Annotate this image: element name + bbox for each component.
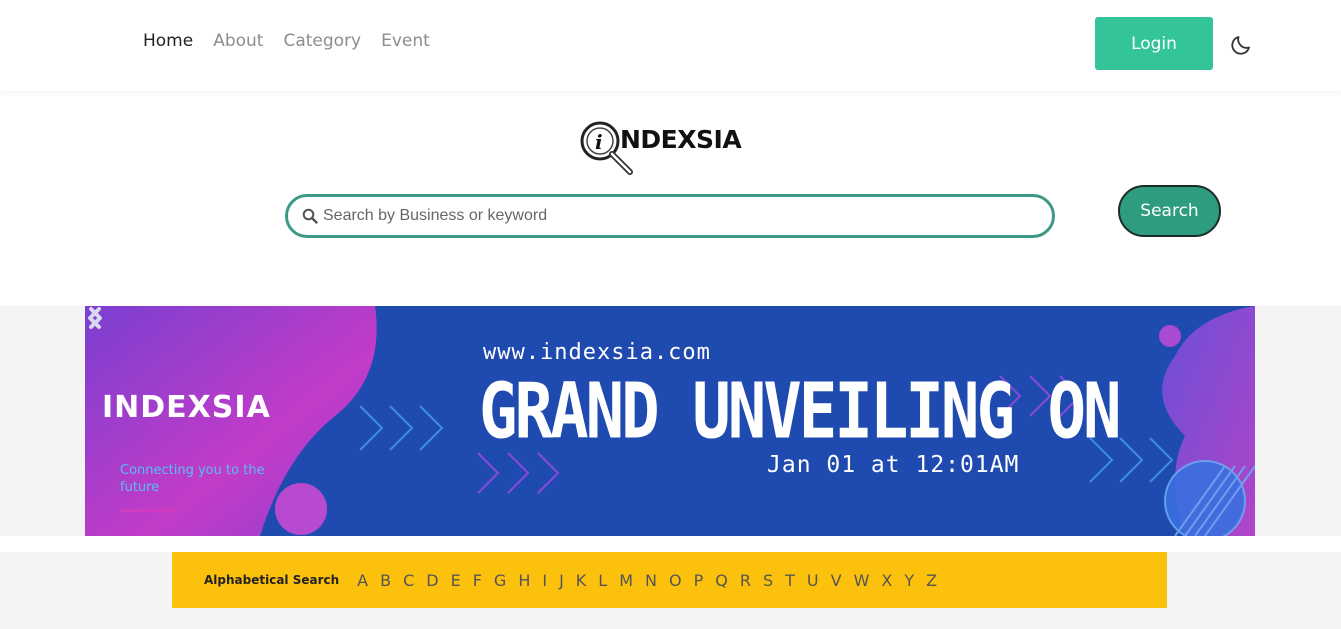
top-navbar: Home About Category Event Login (0, 0, 1341, 91)
promo-banner: INDEXSIA Connecting you to the future ww… (85, 306, 1255, 536)
banner-date: Jan 01 at 12:01AM (767, 452, 1020, 478)
login-button[interactable]: Login (1095, 17, 1213, 70)
nav-home[interactable]: Home (143, 31, 193, 51)
chevron-right-icon[interactable] (85, 306, 105, 330)
banner-tagline: Connecting you to the future (120, 463, 265, 495)
alphabetical-search-label: Alphabetical Search (204, 573, 340, 587)
letter-link[interactable]: W (854, 571, 870, 590)
letter-link[interactable]: H (518, 571, 530, 590)
alphabetical-search-bar: Alphabetical Search A B C D E F G H I J … (172, 552, 1167, 608)
banner-headline: GRAND UNVEILING ON (479, 368, 1122, 457)
banner-url: www.indexsia.com (483, 340, 711, 365)
letter-link[interactable]: L (598, 571, 607, 590)
letter-link[interactable]: J (559, 571, 564, 590)
banner-brand: INDEXSIA (102, 390, 271, 425)
svg-text:i: i (595, 130, 603, 154)
letter-list: A B C D E F G H I J K L M N O P Q R S T … (357, 571, 949, 590)
letter-link[interactable]: X (881, 571, 892, 590)
search-button[interactable]: Search (1118, 185, 1221, 237)
letter-link[interactable]: U (807, 571, 819, 590)
letter-link[interactable]: P (694, 571, 704, 590)
letter-link[interactable]: T (785, 571, 795, 590)
letter-link[interactable]: F (473, 571, 482, 590)
letter-link[interactable]: Z (926, 571, 937, 590)
search-icon (302, 208, 318, 224)
search-field (285, 194, 1055, 238)
moon-icon[interactable] (1229, 33, 1253, 57)
letter-link[interactable]: B (380, 571, 391, 590)
letter-link[interactable]: O (669, 571, 682, 590)
letter-link[interactable]: Q (715, 571, 728, 590)
logo-wordmark: NDEXSIA (620, 125, 742, 154)
letter-link[interactable]: D (426, 571, 438, 590)
nav-category[interactable]: Category (283, 31, 361, 51)
letter-link[interactable]: N (645, 571, 657, 590)
letter-link[interactable]: E (451, 571, 461, 590)
letter-link[interactable]: Y (904, 571, 914, 590)
search-input[interactable] (323, 207, 1023, 225)
letter-link[interactable]: I (542, 571, 547, 590)
nav-event[interactable]: Event (381, 31, 430, 51)
letter-link[interactable]: K (576, 571, 587, 590)
letter-link[interactable]: V (831, 571, 842, 590)
letter-link[interactable]: A (357, 571, 368, 590)
letter-link[interactable]: S (763, 571, 773, 590)
letter-link[interactable]: M (619, 571, 633, 590)
nav-about[interactable]: About (213, 31, 263, 51)
letter-link[interactable]: R (740, 571, 751, 590)
main-nav: Home About Category Event (143, 31, 450, 51)
letter-link[interactable]: C (403, 571, 414, 590)
letter-link[interactable]: G (494, 571, 506, 590)
